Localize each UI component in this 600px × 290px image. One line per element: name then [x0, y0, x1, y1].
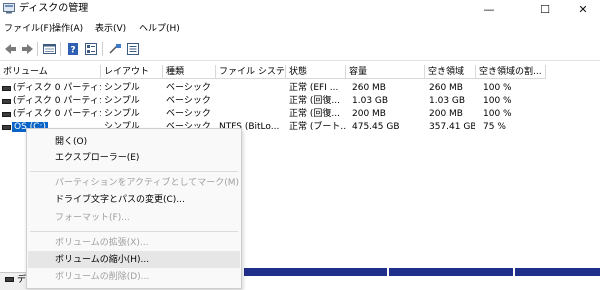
cell-volume[interactable]: (ディスク 0 パーティショ... — [13, 108, 101, 121]
cell-status: 正常 (回復... — [289, 109, 340, 119]
column-header-filesystem[interactable]: ファイル システム — [216, 65, 286, 79]
column-header-status[interactable]: 状態 — [286, 65, 346, 79]
close-button[interactable]: ✕ — [560, 0, 600, 18]
menu-item-mark-active: パーティションをアクティブとしてマーク(M) — [55, 178, 239, 188]
disk-management-icon — [3, 3, 15, 14]
list-view-icon[interactable] — [42, 42, 57, 56]
volume-icon — [2, 112, 11, 117]
cell-layout: シンプル — [104, 109, 140, 119]
cell-free-space: 200 MB — [429, 109, 463, 119]
cell-free-space: 357.41 GB — [429, 122, 475, 132]
cell-capacity: 1.03 GB — [352, 96, 389, 106]
cell-capacity: 260 MB — [352, 83, 386, 93]
minimize-button[interactable]: — — [466, 0, 512, 18]
cell-free-space: 1.03 GB — [429, 96, 466, 106]
toolbar-separator — [37, 42, 38, 56]
cell-free-space: 260 MB — [429, 83, 463, 93]
column-header-capacity[interactable]: 容量 — [346, 65, 425, 79]
forward-arrow-icon[interactable] — [20, 42, 35, 56]
cell-capacity: 200 MB — [352, 109, 386, 119]
cell-capacity: 475.45 GB — [352, 122, 400, 132]
cell-type: ベーシック — [166, 83, 211, 93]
cell-free-percent: 100 % — [483, 109, 512, 119]
menu-item-open[interactable]: 開く(O) — [55, 136, 87, 148]
cell-volume[interactable]: (ディスク 0 パーティショ... — [13, 95, 101, 108]
cell-status: 正常 (EFI ... — [289, 83, 339, 93]
properties-icon[interactable] — [84, 42, 99, 56]
menu-file[interactable]: ファイル(F) — [4, 24, 52, 35]
column-header-free-percent[interactable]: 空き領域の割... — [476, 65, 546, 79]
settings-list-icon[interactable] — [126, 42, 141, 56]
cell-filesystem — [219, 108, 286, 121]
partition-segment[interactable] — [515, 268, 600, 276]
cell-status: 正常 (ブート... — [289, 122, 346, 132]
cell-filesystem — [219, 95, 286, 108]
cell-layout: シンプル — [104, 96, 140, 106]
column-header-layout[interactable]: レイアウト — [101, 65, 163, 79]
help-icon[interactable]: ? — [66, 42, 81, 56]
menu-action[interactable]: 操作(A) — [52, 24, 83, 35]
toolbar-separator — [102, 42, 103, 56]
cell-type: ベーシック — [166, 109, 211, 119]
menu-help[interactable]: ヘルプ(H) — [139, 24, 180, 35]
volume-icon — [2, 125, 11, 130]
column-header-volume[interactable]: ボリューム — [0, 65, 101, 79]
cell-free-percent: 75 % — [483, 122, 506, 132]
cell-status: 正常 (回復... — [289, 96, 340, 106]
toolbar-separator — [60, 42, 61, 56]
menu-item-format: フォーマット(F)... — [55, 213, 130, 223]
menu-item-delete-volume: ボリュームの削除(D)... — [55, 272, 150, 282]
column-header-free-space[interactable]: 空き領域 — [425, 65, 476, 79]
window-title: ディスクの管理 — [19, 3, 89, 14]
menu-view[interactable]: 表示(V) — [95, 24, 126, 35]
svg-text:?: ? — [70, 46, 75, 56]
cell-filesystem — [219, 82, 286, 95]
volume-icon — [2, 86, 11, 91]
column-header-type[interactable]: 種類 — [163, 65, 216, 79]
disk-icon — [5, 277, 14, 282]
menu-item-explore[interactable]: エクスプローラー(E) — [55, 152, 139, 164]
menu-item-change-drive-letter[interactable]: ドライブ文字とパスの変更(C)... — [55, 194, 185, 206]
menu-item-extend-volume: ボリュームの拡張(X)... — [55, 238, 149, 248]
cell-free-percent: 100 % — [483, 83, 512, 93]
disk-label: デ — [17, 275, 27, 285]
cell-type: ベーシック — [166, 96, 211, 106]
cell-layout: シンプル — [104, 83, 140, 93]
menu-separator — [30, 231, 238, 232]
partition-segment[interactable] — [244, 268, 387, 276]
cell-free-percent: 100 % — [483, 96, 512, 106]
menu-separator — [30, 171, 238, 172]
cell-volume[interactable]: (ディスク 0 パーティショ... — [13, 82, 101, 95]
partition-segment[interactable] — [389, 268, 513, 276]
back-arrow-icon[interactable] — [3, 42, 18, 56]
menu-item-shrink-volume[interactable]: ボリュームの縮小(H)... — [55, 254, 149, 266]
volume-icon — [2, 99, 11, 104]
connect-disk-icon[interactable] — [108, 42, 123, 56]
